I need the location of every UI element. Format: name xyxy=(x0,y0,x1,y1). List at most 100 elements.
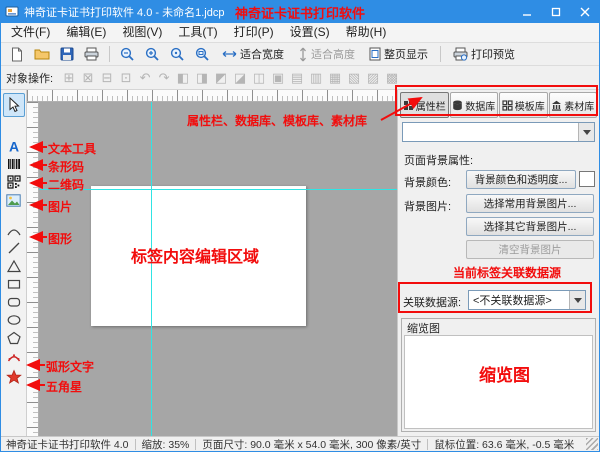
menu-settings[interactable]: 设置(S) xyxy=(282,23,338,42)
fit-height-button[interactable]: 适合高度 xyxy=(292,44,361,64)
polygon-tool-button[interactable] xyxy=(3,329,25,347)
align-center-icon[interactable]: ◫ xyxy=(250,69,268,87)
star-tool-button[interactable] xyxy=(3,367,25,385)
thumbnail-panel: 缩览图 xyxy=(401,318,596,432)
zoom-out-button[interactable] xyxy=(116,44,139,64)
template-select[interactable] xyxy=(402,122,595,142)
rounded-rectangle-tool-button[interactable] xyxy=(3,293,25,311)
tool-palette: A xyxy=(1,90,27,436)
tab-materials-label: 素材库 xyxy=(564,98,594,113)
arc-text-tool-button[interactable] xyxy=(3,347,25,365)
zoom-region-button[interactable] xyxy=(191,44,214,64)
toolbar-separator xyxy=(440,46,441,62)
label-page[interactable] xyxy=(91,186,306,326)
menu-file[interactable]: 文件(F) xyxy=(3,23,58,42)
bg-section-title: 页面背景属性: xyxy=(404,152,473,168)
close-icon xyxy=(580,7,590,17)
horizontal-ruler xyxy=(27,90,397,102)
bg-color-label: 背景颜色: xyxy=(404,174,451,190)
chevron-down-icon xyxy=(583,130,591,135)
thumbnail-preview xyxy=(404,335,593,429)
same-width-icon[interactable]: ▤ xyxy=(288,69,306,87)
menu-help[interactable]: 帮助(H) xyxy=(338,23,395,42)
line-shape-icon xyxy=(6,241,22,255)
arc-tool-button[interactable] xyxy=(3,221,25,239)
minimize-icon xyxy=(522,7,532,17)
ellipse-tool-button[interactable] xyxy=(3,311,25,329)
triangle-tool-button[interactable] xyxy=(3,257,25,275)
tab-materials[interactable]: 素材库 xyxy=(549,92,598,118)
fit-width-button[interactable]: 适合宽度 xyxy=(216,44,290,64)
main-toolbar: 适合宽度 适合高度 整页显示 打印预览 xyxy=(1,43,599,66)
full-page-label: 整页显示 xyxy=(384,46,428,62)
cut-icon[interactable]: ⊠ xyxy=(79,69,97,87)
rotate-icon[interactable]: ▩ xyxy=(383,69,401,87)
redo-icon[interactable]: ↷ xyxy=(155,69,173,87)
status-app-name: 神奇证卡证书打印软件 4.0 xyxy=(6,437,129,452)
undo-icon[interactable]: ↶ xyxy=(136,69,154,87)
align-left-icon[interactable]: ◧ xyxy=(174,69,192,87)
template-select-dropdown-button[interactable] xyxy=(578,123,594,141)
menu-tools[interactable]: 工具(T) xyxy=(170,23,225,42)
image-tool-button[interactable] xyxy=(3,191,25,209)
rectangle-tool-button[interactable] xyxy=(3,275,25,293)
align-top-icon[interactable]: ◩ xyxy=(212,69,230,87)
align-right-icon[interactable]: ◨ xyxy=(193,69,211,87)
fit-height-label: 适合高度 xyxy=(311,46,355,62)
tab-templates-label: 模板库 xyxy=(515,98,545,113)
bring-to-front-icon[interactable]: ▧ xyxy=(345,69,363,87)
templates-tab-icon xyxy=(502,100,513,111)
zoom-actual-button[interactable] xyxy=(166,44,189,64)
new-document-button[interactable] xyxy=(6,44,28,64)
paste-icon[interactable]: ⊟ xyxy=(98,69,116,87)
print-preview-button[interactable]: 打印预览 xyxy=(447,44,521,64)
same-size-icon[interactable]: ▦ xyxy=(326,69,344,87)
close-button[interactable] xyxy=(570,1,599,23)
menu-edit[interactable]: 编辑(E) xyxy=(58,23,114,42)
zoom-actual-icon xyxy=(170,47,185,62)
datasource-select[interactable]: <不关联数据源> xyxy=(468,290,586,310)
menu-print[interactable]: 打印(P) xyxy=(226,23,282,42)
minimize-button[interactable] xyxy=(512,1,541,23)
ellipse-shape-icon xyxy=(6,313,22,327)
align-bottom-icon[interactable]: ◪ xyxy=(231,69,249,87)
tab-templates[interactable]: 模板库 xyxy=(499,92,548,118)
full-page-button[interactable]: 整页显示 xyxy=(363,44,434,64)
print-button[interactable] xyxy=(80,44,103,64)
tab-properties[interactable]: 属性栏 xyxy=(400,92,449,118)
design-canvas[interactable] xyxy=(39,102,397,436)
tab-database[interactable]: 数据库 xyxy=(450,92,499,118)
save-button[interactable] xyxy=(56,44,78,64)
status-separator xyxy=(427,439,428,450)
arc-text-icon xyxy=(6,349,22,363)
datasource-dropdown-button[interactable] xyxy=(569,291,585,309)
bg-other-image-button[interactable]: 选择其它背景图片... xyxy=(466,217,594,236)
vertical-ruler xyxy=(27,102,39,436)
copy-icon[interactable]: ⊞ xyxy=(60,69,78,87)
bg-common-image-button[interactable]: 选择常用背景图片... xyxy=(466,194,594,213)
database-tab-icon xyxy=(452,100,463,111)
bg-color-swatch[interactable] xyxy=(579,171,595,187)
zoom-out-icon xyxy=(120,47,135,62)
delete-icon[interactable]: ⊡ xyxy=(117,69,135,87)
align-middle-icon[interactable]: ▣ xyxy=(269,69,287,87)
menu-view[interactable]: 视图(V) xyxy=(114,23,170,42)
zoom-in-button[interactable] xyxy=(141,44,164,64)
bg-color-button[interactable]: 背景颜色和透明度... xyxy=(466,170,576,189)
status-separator xyxy=(135,439,136,450)
datasource-select-value: <不关联数据源> xyxy=(469,292,569,308)
send-to-back-icon[interactable]: ▨ xyxy=(364,69,382,87)
qrcode-tool-button[interactable] xyxy=(3,173,25,191)
titlebar: 神奇证卡证书打印软件 4.0 - 未命名1.jdcp 神奇证卡证书打印软件 xyxy=(1,1,599,23)
resize-grip[interactable] xyxy=(586,438,598,450)
barcode-tool-button[interactable] xyxy=(3,155,25,173)
maximize-button[interactable] xyxy=(541,1,570,23)
line-tool-button[interactable] xyxy=(3,239,25,257)
text-tool-button[interactable]: A xyxy=(3,137,25,155)
maximize-icon xyxy=(551,7,561,17)
select-tool-button[interactable] xyxy=(3,93,25,117)
horizontal-guide-line xyxy=(39,189,397,190)
arc-shape-icon xyxy=(6,223,22,237)
same-height-icon[interactable]: ▥ xyxy=(307,69,325,87)
open-file-button[interactable] xyxy=(30,44,54,64)
